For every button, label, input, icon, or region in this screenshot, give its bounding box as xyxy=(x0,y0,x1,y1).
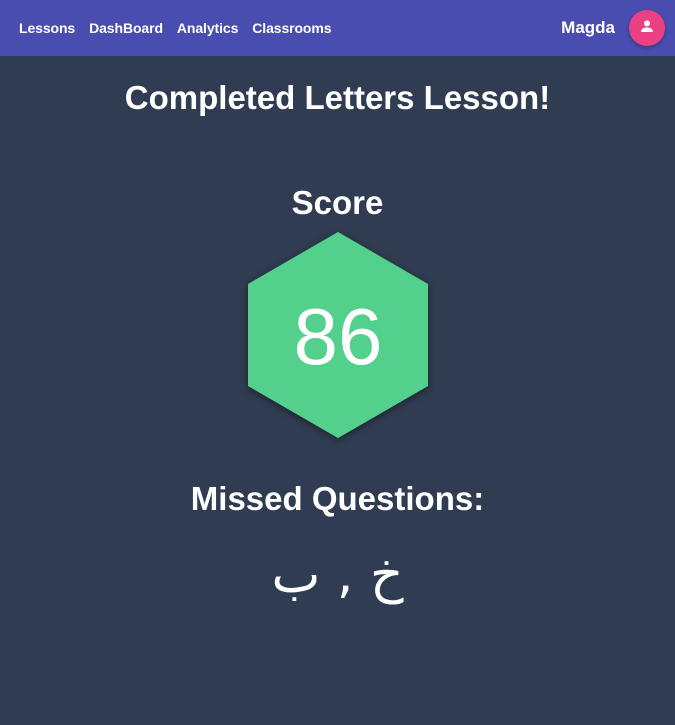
person-icon xyxy=(639,18,655,39)
nav-links: Lessons DashBoard Analytics Classrooms xyxy=(19,20,345,36)
nav-link-analytics[interactable]: Analytics xyxy=(177,20,238,36)
missed-letters: خ , ب xyxy=(271,545,404,605)
top-navbar: Lessons DashBoard Analytics Classrooms M… xyxy=(0,0,675,56)
avatar-button[interactable] xyxy=(629,10,665,46)
page-title: Completed Letters Lesson! xyxy=(124,79,551,116)
score-label: Score xyxy=(291,184,384,221)
score-value: 86 xyxy=(293,292,383,381)
nav-link-dashboard[interactable]: DashBoard xyxy=(89,20,163,36)
missed-questions-label: Missed Questions: xyxy=(190,480,485,517)
user-menu: Magda xyxy=(561,10,665,46)
nav-link-classrooms[interactable]: Classrooms xyxy=(252,20,331,36)
score-hexagon: 86 xyxy=(246,230,430,440)
nav-link-lessons[interactable]: Lessons xyxy=(19,20,75,36)
username[interactable]: Magda xyxy=(561,18,615,38)
